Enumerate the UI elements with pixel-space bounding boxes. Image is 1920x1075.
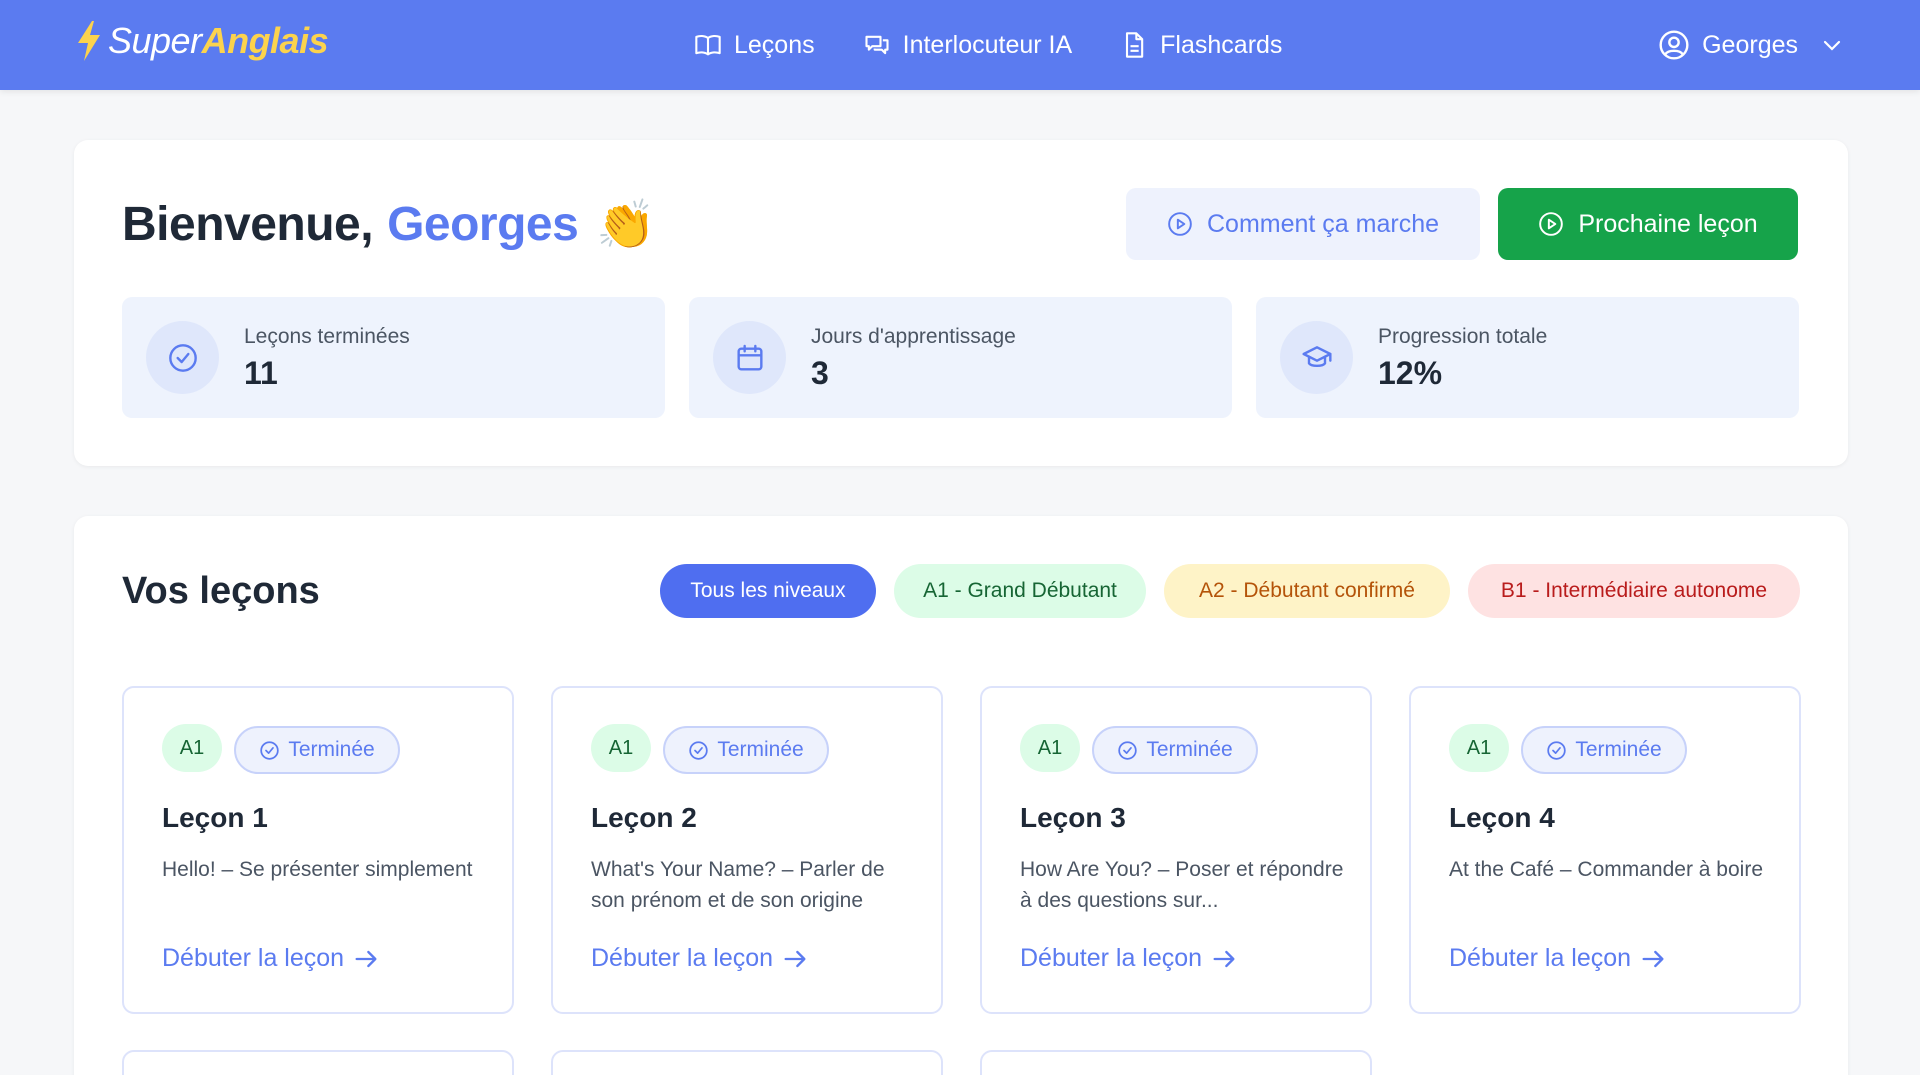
status-label: Terminée xyxy=(1146,738,1233,761)
logo[interactable]: Super Anglais xyxy=(76,20,329,62)
stat-lessons-completed: Leçons terminées 11 xyxy=(122,297,665,418)
stat-value: 11 xyxy=(244,355,278,391)
stat-label: Leçons terminées xyxy=(244,325,410,348)
check-circle-icon xyxy=(1118,740,1137,760)
lesson-card-partial[interactable] xyxy=(551,1050,943,1075)
graduation-cap-icon xyxy=(1301,345,1332,367)
user-name-highlight: Georges xyxy=(387,198,579,251)
link-label: Débuter la leçon xyxy=(1449,944,1632,972)
lesson-card[interactable]: A1 Terminée Leçon 1 Hello! – Se présente… xyxy=(122,686,514,1014)
calendar-icon xyxy=(736,344,763,371)
greeting-text: Bienvenue, xyxy=(122,198,374,251)
status-badge: Terminée xyxy=(663,726,829,774)
logo-text-super: Super xyxy=(108,20,202,61)
lessons-card: Vos leçons Tous les niveaux A1 - Grand D… xyxy=(74,516,1848,1075)
lightning-icon xyxy=(78,21,100,61)
start-lesson-link[interactable]: Débuter la leçon xyxy=(591,944,809,973)
level-badge: A1 xyxy=(1020,724,1080,772)
nav-label: Interlocuteur IA xyxy=(902,30,1073,59)
lesson-title: Leçon 4 xyxy=(1449,802,1555,833)
level-badge: A1 xyxy=(591,724,651,772)
main-nav: Leçons Interlocuteur IA Flashcards xyxy=(694,0,1282,90)
lesson-title: Leçon 1 xyxy=(162,802,268,833)
play-circle-icon xyxy=(1539,212,1564,236)
chat-icon xyxy=(865,35,889,55)
stat-value: 12% xyxy=(1378,355,1443,391)
lesson-card[interactable]: A1 Terminée Leçon 2 What's Your Name? – … xyxy=(551,686,943,1014)
start-lesson-link[interactable]: Débuter la leçon xyxy=(1449,944,1667,973)
status-badge: Terminée xyxy=(1521,726,1687,774)
user-circle-icon xyxy=(1659,30,1689,60)
user-name: Georges xyxy=(1702,30,1798,59)
nav-item-flashcards[interactable]: Flashcards xyxy=(1120,31,1282,60)
lesson-title: Leçon 3 xyxy=(1020,802,1126,833)
stat-label: Jours d'apprentissage xyxy=(811,325,1016,348)
nav-item-lecons[interactable]: Leçons xyxy=(694,31,815,60)
arrow-right-icon xyxy=(784,950,806,967)
filter-all-levels[interactable]: Tous les niveaux xyxy=(660,564,876,618)
book-icon xyxy=(695,35,721,56)
stat-label: Progression totale xyxy=(1378,325,1548,348)
nav-label: Flashcards xyxy=(1160,30,1283,59)
status-label: Terminée xyxy=(1575,738,1662,761)
document-icon xyxy=(1126,32,1144,58)
filter-a1[interactable]: A1 - Grand Débutant xyxy=(894,564,1146,618)
lesson-card[interactable]: A1 Terminée Leçon 4 At the Café – Comman… xyxy=(1409,686,1801,1014)
level-badge: A1 xyxy=(1449,724,1509,772)
check-circle-icon xyxy=(1547,740,1566,760)
user-menu[interactable]: Georges xyxy=(1658,0,1844,90)
stat-icon-circle xyxy=(1280,321,1353,394)
filter-a2[interactable]: A2 - Débutant confirmé xyxy=(1164,564,1450,618)
section-title: Vos leçons xyxy=(122,570,320,612)
link-label: Débuter la leçon xyxy=(591,944,774,972)
stat-icon-circle xyxy=(713,321,786,394)
chevron-down-icon xyxy=(1823,40,1841,51)
status-label: Terminée xyxy=(288,738,375,761)
lesson-card-partial[interactable] xyxy=(980,1050,1372,1075)
nav-label: Leçons xyxy=(734,30,815,59)
lesson-description: At the Café – Commander à boire xyxy=(1449,858,1763,881)
arrow-right-icon xyxy=(1213,950,1235,967)
lesson-description: Hello! – Se présenter simplement xyxy=(162,858,473,881)
button-label: Prochaine leçon xyxy=(1578,209,1758,238)
arrow-right-icon xyxy=(355,950,377,967)
welcome-card: Bienvenue, Georges 👏 Comment ça marche P… xyxy=(74,140,1848,466)
welcome-heading: Bienvenue, Georges 👏 xyxy=(122,196,656,253)
start-lesson-link[interactable]: Débuter la leçon xyxy=(1020,944,1238,973)
button-label: Comment ça marche xyxy=(1206,209,1440,238)
check-circle-icon xyxy=(260,740,279,760)
clapping-hands-emoji: 👏 xyxy=(596,199,656,252)
lesson-title: Leçon 2 xyxy=(591,802,697,833)
link-label: Débuter la leçon xyxy=(162,944,345,972)
next-lesson-button[interactable]: Prochaine leçon xyxy=(1498,188,1798,260)
stat-learning-days: Jours d'apprentissage 3 xyxy=(689,297,1232,418)
level-badge: A1 xyxy=(162,724,222,772)
check-circle-icon xyxy=(168,343,197,372)
link-label: Débuter la leçon xyxy=(1020,944,1203,972)
status-label: Terminée xyxy=(717,738,804,761)
lesson-card[interactable]: A1 Terminée Leçon 3 How Are You? – Poser… xyxy=(980,686,1372,1014)
lesson-description: How Are You? – Poser et répondre à des q… xyxy=(1020,858,1344,912)
stat-total-progress: Progression totale 12% xyxy=(1256,297,1799,418)
stat-icon-circle xyxy=(146,321,219,394)
check-circle-icon xyxy=(689,740,708,760)
nav-item-interlocuteur[interactable]: Interlocuteur IA xyxy=(863,30,1073,60)
stat-value: 3 xyxy=(811,355,829,391)
play-circle-icon xyxy=(1168,212,1192,236)
filter-b1[interactable]: B1 - Intermédiaire autonome xyxy=(1468,564,1800,618)
lesson-description: What's Your Name? – Parler de son prénom… xyxy=(591,858,885,912)
start-lesson-link[interactable]: Débuter la leçon xyxy=(162,944,380,973)
status-badge: Terminée xyxy=(234,726,400,774)
how-it-works-button[interactable]: Comment ça marche xyxy=(1126,188,1480,260)
lesson-card-partial[interactable] xyxy=(122,1050,514,1075)
arrow-right-icon xyxy=(1642,950,1664,967)
top-navbar: Super Anglais Leçons Interlocuteur IA Fl… xyxy=(0,0,1920,90)
status-badge: Terminée xyxy=(1092,726,1258,774)
logo-text-anglais: Anglais xyxy=(201,20,329,61)
